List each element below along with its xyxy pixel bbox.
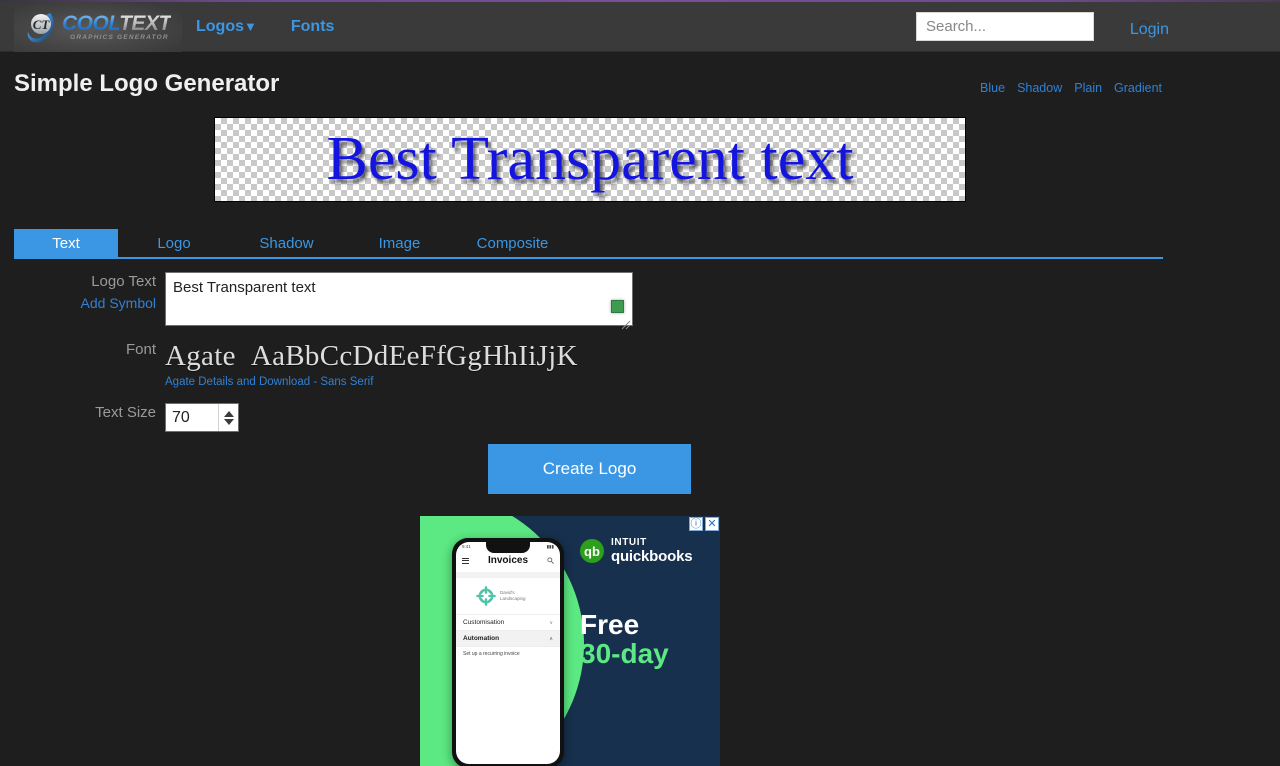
search-box[interactable]	[916, 12, 1153, 41]
ad-phone-mockup: 9:41 ▮▮▮ Invoices David's Landscaping Cu…	[452, 538, 564, 766]
chevron-down-icon: ∨	[549, 619, 553, 626]
quantity-stepper[interactable]	[218, 404, 238, 431]
ad-phone-item-customisation: Customisation ∨	[456, 614, 560, 630]
font-row: Font Agate AaBbCcDdEeFfGgHhIiJjK	[0, 340, 1164, 372]
font-detail-row: Agate Details and Download - Sans Serif	[0, 376, 1164, 388]
brand-word-text: TEXT	[119, 11, 171, 35]
main-nav: Logos▼ Fonts	[196, 2, 334, 52]
nav-logos[interactable]: Logos▼	[196, 18, 257, 36]
nav-fonts-label: Fonts	[290, 18, 335, 35]
tab-image[interactable]: Image	[343, 229, 456, 258]
brand-logo[interactable]: CT COOLTEXT GRAPHICS GENERATOR	[14, 2, 182, 52]
site-header: CT COOLTEXT GRAPHICS GENERATOR Logos▼ Fo…	[0, 2, 1280, 52]
text-size-field[interactable]	[165, 403, 239, 432]
ad-headline-line1: Free	[580, 609, 640, 640]
ad-phone-item-customisation-label: Customisation	[463, 619, 505, 626]
ad-brand-intuit: INTUIT	[611, 537, 647, 548]
page-title: Simple Logo Generator	[14, 70, 280, 97]
tab-shadow[interactable]: Shadow	[230, 229, 343, 258]
ad-phone-notch	[486, 542, 530, 553]
logo-text-row: Logo Text Add Symbol	[0, 272, 1164, 331]
ad-brand-quickbooks: quickbooks	[611, 547, 693, 565]
style-link-gradient[interactable]: Gradient	[1114, 81, 1162, 95]
svg-text:CT: CT	[33, 17, 51, 32]
ad-phone-time: 9:41	[462, 544, 471, 549]
text-size-label: Text Size	[95, 404, 156, 421]
cooltext-logo-icon: CT	[24, 9, 60, 45]
chevron-down-icon: ▼	[244, 19, 257, 34]
hamburger-icon	[462, 556, 469, 565]
tab-composite[interactable]: Composite	[456, 229, 569, 258]
brand-tagline: GRAPHICS GENERATOR	[70, 33, 169, 41]
ad-phone-item-automation: Automation ∧	[456, 630, 560, 646]
text-size-input[interactable]	[166, 404, 218, 431]
style-preset-links: Blue Shadow Plain Gradient	[980, 81, 1162, 95]
ad-phone-signal: ▮▮▮	[546, 544, 554, 549]
ad-phone-brand: David's Landscaping	[456, 578, 560, 614]
ad-close-icon[interactable]: ✕	[705, 517, 719, 531]
tab-logo[interactable]: Logo	[118, 229, 230, 258]
ad-phone-search-icon	[547, 557, 554, 564]
ad-phone-item-automation-label: Automation	[463, 635, 500, 642]
ad-phone-subitem: Set up a recurring invoice	[456, 646, 560, 661]
ad-phone-screen: 9:41 ▮▮▮ Invoices David's Landscaping Cu…	[456, 542, 560, 764]
font-details-link[interactable]: Agate Details and Download - Sans Serif	[165, 376, 373, 388]
create-logo-button[interactable]: Create Logo	[488, 444, 691, 494]
tab-text[interactable]: Text	[14, 229, 118, 258]
logo-text-input[interactable]	[165, 272, 633, 326]
quickbooks-logo: qb INTUIT quickbooks	[580, 537, 693, 565]
stepper-up-icon[interactable]	[223, 410, 234, 417]
ad-phone-title: Invoices	[487, 555, 529, 566]
nav-logos-label: Logos	[196, 18, 244, 35]
font-label: Font	[125, 341, 156, 358]
style-link-blue[interactable]: Blue	[980, 81, 1005, 95]
nav-fonts[interactable]: Fonts	[291, 18, 335, 36]
logo-text-label: Logo Text	[91, 273, 156, 290]
editor-tabs: Text Logo Shadow Image Composite	[14, 229, 1163, 259]
logo-text-label-group: Logo Text Add Symbol	[0, 272, 165, 313]
font-sample-alphabet: AaBbCcDdEeFfGgHhIiJjK	[250, 340, 578, 372]
logo-preview-text: Best Transparent text	[326, 125, 854, 193]
logo-preview[interactable]: Best Transparent text	[214, 117, 966, 202]
font-sample-name: Agate	[165, 340, 236, 372]
search-input[interactable]	[917, 13, 1131, 40]
chevron-up-icon: ∧	[549, 635, 553, 642]
login-link[interactable]: Login	[1130, 21, 1169, 39]
stepper-down-icon[interactable]	[223, 418, 234, 425]
mouse-cursor-indicator	[611, 300, 624, 313]
font-sample-image[interactable]: Agate AaBbCcDdEeFfGgHhIiJjK	[165, 340, 578, 372]
style-link-shadow[interactable]: Shadow	[1017, 81, 1062, 95]
logo-text-input-wrap	[165, 272, 633, 331]
ad-headline-line2: 30-day	[580, 638, 669, 669]
style-link-plain[interactable]: Plain	[1074, 81, 1102, 95]
top-accent-bar	[0, 0, 1280, 2]
quickbooks-mark-icon: qb	[580, 539, 604, 564]
text-size-row: Text Size	[0, 403, 1164, 432]
ad-phone-header: Invoices	[456, 550, 560, 572]
ad-info-icon[interactable]: ⓘ	[689, 517, 703, 531]
brand-word-cool: COOL	[62, 11, 120, 35]
ad-controls: ⓘ ✕	[689, 517, 719, 531]
advertisement[interactable]: ⓘ ✕ 9:41 ▮▮▮ Invoices David's Landscapin…	[420, 516, 720, 766]
logo-settings-form: Logo Text Add Symbol Font Agate AaBbCcDd…	[0, 272, 1164, 436]
ad-phone-brand-line2: Landscaping	[500, 596, 526, 601]
leaf-burst-icon	[476, 586, 496, 606]
add-symbol-link[interactable]: Add Symbol	[0, 294, 156, 313]
